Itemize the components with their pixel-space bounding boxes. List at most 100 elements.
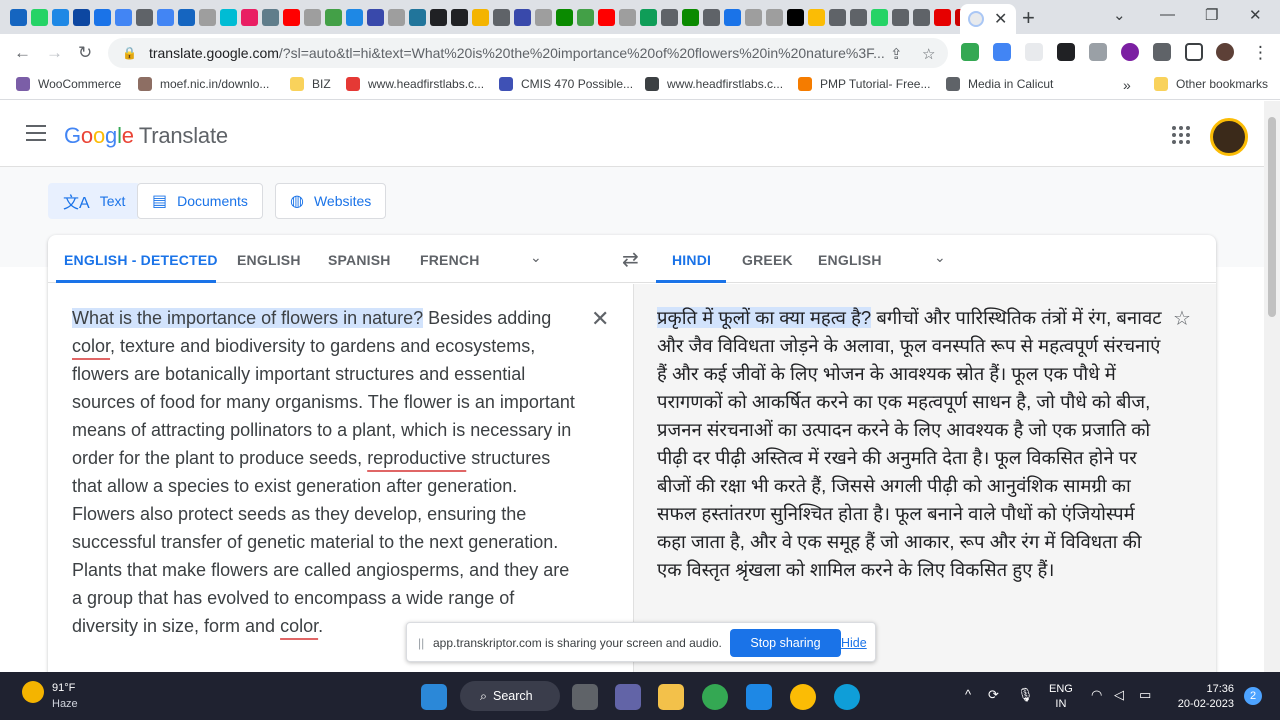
teams-icon[interactable] [615, 684, 641, 710]
other-bookmarks[interactable]: Other bookmarks [1154, 77, 1268, 91]
account-avatar[interactable] [1210, 118, 1248, 156]
download-icon[interactable] [993, 43, 1011, 61]
pinned-tab-favicon-icon[interactable] [325, 8, 342, 26]
pinned-tab-favicon-icon[interactable] [808, 8, 825, 26]
pinned-tab-favicon-icon[interactable] [829, 8, 846, 26]
input-language-indicator[interactable]: ENG IN [1049, 682, 1073, 712]
source-pane[interactable]: What is the importance of flowers in nat… [48, 284, 632, 672]
drag-handle-icon[interactable]: || [418, 636, 424, 650]
pinned-tab-favicon-icon[interactable] [346, 8, 363, 26]
clock[interactable]: 17:36 20-02-2023 [1172, 682, 1234, 712]
pinned-tab-favicon-icon[interactable] [178, 8, 195, 26]
lock-icon[interactable]: 🔒 [122, 46, 137, 60]
drive-extension-icon[interactable] [961, 43, 979, 61]
pinned-tab-favicon-icon[interactable] [598, 8, 615, 26]
pinned-tab-favicon-icon[interactable] [934, 8, 951, 26]
pinned-tab-favicon-icon[interactable] [703, 8, 720, 26]
source-lang-tab[interactable]: SPANISH [328, 252, 391, 268]
cast-extension-icon[interactable] [1089, 43, 1107, 61]
battery-icon[interactable]: ▭ [1139, 687, 1151, 703]
bookmark[interactable]: WooCommerce [16, 77, 121, 91]
google-apps-icon[interactable] [1172, 126, 1190, 144]
bookmark[interactable]: PMP Tutorial- Free... [798, 77, 930, 91]
pinned-tab-favicon-icon[interactable] [724, 8, 741, 26]
mode-websites-button[interactable]: ◍ Websites [275, 183, 387, 219]
source-lang-tab[interactable]: ENGLISH [237, 252, 301, 268]
pinned-tab-favicon-icon[interactable] [682, 8, 699, 26]
save-translation-star-icon[interactable]: ☆ [1173, 306, 1191, 331]
pinned-tab-favicon-icon[interactable] [472, 8, 489, 26]
source-lang-dropdown-icon[interactable]: ⌄ [530, 249, 542, 266]
side-panel-icon[interactable] [1185, 43, 1203, 61]
pinned-tab-favicon-icon[interactable] [388, 8, 405, 26]
bookmarks-overflow-icon[interactable]: » [1123, 77, 1131, 93]
notification-badge[interactable]: 2 [1244, 687, 1262, 705]
weather-description[interactable]: Haze [52, 698, 78, 710]
share-icon[interactable]: ⇪ [890, 45, 903, 63]
pinned-tab-favicon-icon[interactable] [10, 8, 27, 26]
pinned-tab-favicon-icon[interactable] [367, 8, 384, 26]
task-view-icon[interactable] [572, 684, 598, 710]
spell-flagged-word[interactable]: reproductive [367, 448, 466, 468]
bookmark-folder[interactable]: BIZ [290, 77, 331, 91]
sync-icon[interactable]: ⟳ [988, 687, 999, 703]
google-translate-logo[interactable]: Google Translate [64, 123, 228, 149]
reload-icon[interactable]: ↻ [78, 43, 92, 63]
start-icon[interactable] [421, 684, 447, 710]
file-explorer-icon[interactable] [658, 684, 684, 710]
pinned-tab-favicon-icon[interactable] [451, 8, 468, 26]
pinned-tab-favicon-icon[interactable] [199, 8, 216, 26]
scrollbar-thumb[interactable] [1268, 117, 1276, 317]
swap-languages-icon[interactable]: ⇄ [622, 247, 639, 272]
color-extension-icon[interactable] [1121, 43, 1139, 61]
pinned-tab-favicon-icon[interactable] [577, 8, 594, 26]
forward-icon[interactable]: → [46, 43, 63, 63]
menu-kebab-icon[interactable]: ⋮ [1252, 43, 1269, 63]
taskbar-search[interactable]: ⌕ Search [460, 681, 560, 711]
source-lang-tab[interactable]: FRENCH [420, 252, 480, 268]
photos-icon[interactable] [746, 684, 772, 710]
pinned-tab-favicon-icon[interactable] [283, 8, 300, 26]
address-bar[interactable]: 🔒 translate.google.com/?sl=auto&tl=hi&te… [108, 38, 948, 68]
pinned-tab-favicon-icon[interactable] [556, 8, 573, 26]
pinned-tab-favicon-icon[interactable] [157, 8, 174, 26]
pinned-tab-favicon-icon[interactable] [262, 8, 279, 26]
clear-source-icon[interactable]: ✕ [591, 306, 609, 332]
spell-flagged-word[interactable]: color [72, 336, 110, 356]
pinned-tab-favicon-icon[interactable] [136, 8, 153, 26]
close-window-icon[interactable]: ✕ [1249, 6, 1262, 24]
bookmark-star-icon[interactable]: ☆ [922, 45, 935, 63]
pinned-tab-favicon-icon[interactable] [73, 8, 90, 26]
pinned-tab-favicon-icon[interactable] [409, 8, 426, 26]
chrome-profile-icon[interactable] [790, 684, 816, 710]
pinned-tab-favicon-icon[interactable] [52, 8, 69, 26]
pinned-tab-favicon-icon[interactable] [619, 8, 636, 26]
pinned-tab-favicon-icon[interactable] [535, 8, 552, 26]
edge-icon[interactable] [834, 684, 860, 710]
pinned-tab-favicon-icon[interactable] [304, 8, 321, 26]
target-lang-tab[interactable]: ENGLISH [818, 252, 882, 268]
pinned-tab-favicon-icon[interactable] [871, 8, 888, 26]
chrome-icon[interactable] [702, 684, 728, 710]
pinned-tab-favicon-icon[interactable] [220, 8, 237, 26]
restore-icon[interactable]: ❐ [1205, 6, 1218, 24]
pinned-tab-favicon-icon[interactable] [514, 8, 531, 26]
pinned-tab-favicon-icon[interactable] [115, 8, 132, 26]
target-lang-dropdown-icon[interactable]: ⌄ [934, 249, 946, 266]
bookmark[interactable]: www.headfirstlabs.c... [346, 77, 484, 91]
pinned-tab-favicon-icon[interactable] [493, 8, 510, 26]
pinned-tab-favicon-icon[interactable] [430, 8, 447, 26]
mode-documents-button[interactable]: ▤ Documents [137, 183, 263, 219]
pinned-tab-favicon-icon[interactable] [892, 8, 909, 26]
weather-temperature[interactable]: 91°F [52, 682, 75, 694]
minimize-icon[interactable]: — [1160, 6, 1175, 23]
pinned-tab-favicon-icon[interactable] [31, 8, 48, 26]
puzzle-icon[interactable] [1153, 43, 1171, 61]
bookmark[interactable]: www.headfirstlabs.c... [645, 77, 783, 91]
new-tab-button[interactable]: + [1022, 5, 1035, 31]
pinned-tab-favicon-icon[interactable] [241, 8, 258, 26]
tray-overflow-icon[interactable]: ^ [965, 687, 971, 702]
url-text[interactable]: translate.google.com/?sl=auto&tl=hi&text… [149, 45, 889, 61]
hamburger-menu-icon[interactable] [26, 125, 46, 146]
pinned-tab-favicon-icon[interactable] [640, 8, 657, 26]
